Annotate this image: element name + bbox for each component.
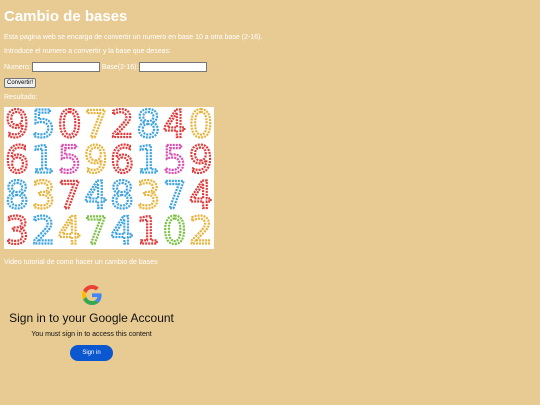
number-input[interactable]: [31, 62, 100, 72]
crayon-digit: 4: [110, 209, 134, 249]
page-title: Cambio de bases: [4, 8, 128, 25]
crayon-digit: 1: [137, 209, 161, 249]
crayon-digit: 7: [84, 209, 108, 249]
base-label: Base(2-16):: [101, 63, 139, 71]
numbers-illustration: 9 5 0 7 2 8 4 06 1 5 9 6 1 5 98 3 7 4 8 3 7 43 2 4 7 4 1 0 2: [4, 107, 214, 249]
result-label: Resultado:: [4, 94, 38, 101]
page-description: Esta pagina web se encarga de convertir …: [4, 34, 263, 41]
video-caption: Video tutorial de como hacer un cambio d…: [4, 259, 158, 266]
crayon-digit: 3: [5, 209, 29, 249]
google-logo-icon: [81, 285, 102, 305]
signin-subtitle: You must sign in to access this content: [31, 331, 152, 338]
google-signin-panel: Sign in to your Google Account You must …: [4, 285, 179, 361]
numbers-image: 95072840615961598374837432474102: [4, 107, 214, 249]
base-input[interactable]: [139, 62, 208, 72]
signin-button[interactable]: Sign in: [70, 345, 113, 361]
crayon-digit: 0: [163, 209, 187, 249]
instructions-text: Introduce el numero a convertir y la bas…: [4, 48, 171, 55]
number-label: Numero:: [4, 63, 31, 71]
signin-title: Sign in to your Google Account: [9, 311, 174, 325]
convert-button[interactable]: Convertir!: [4, 78, 37, 88]
crayon-digit: 2: [189, 209, 213, 249]
crayon-digit: 2: [32, 209, 56, 249]
crayon-digit: 4: [58, 209, 82, 249]
conversion-form: Numero: Base(2-16):: [4, 62, 209, 72]
